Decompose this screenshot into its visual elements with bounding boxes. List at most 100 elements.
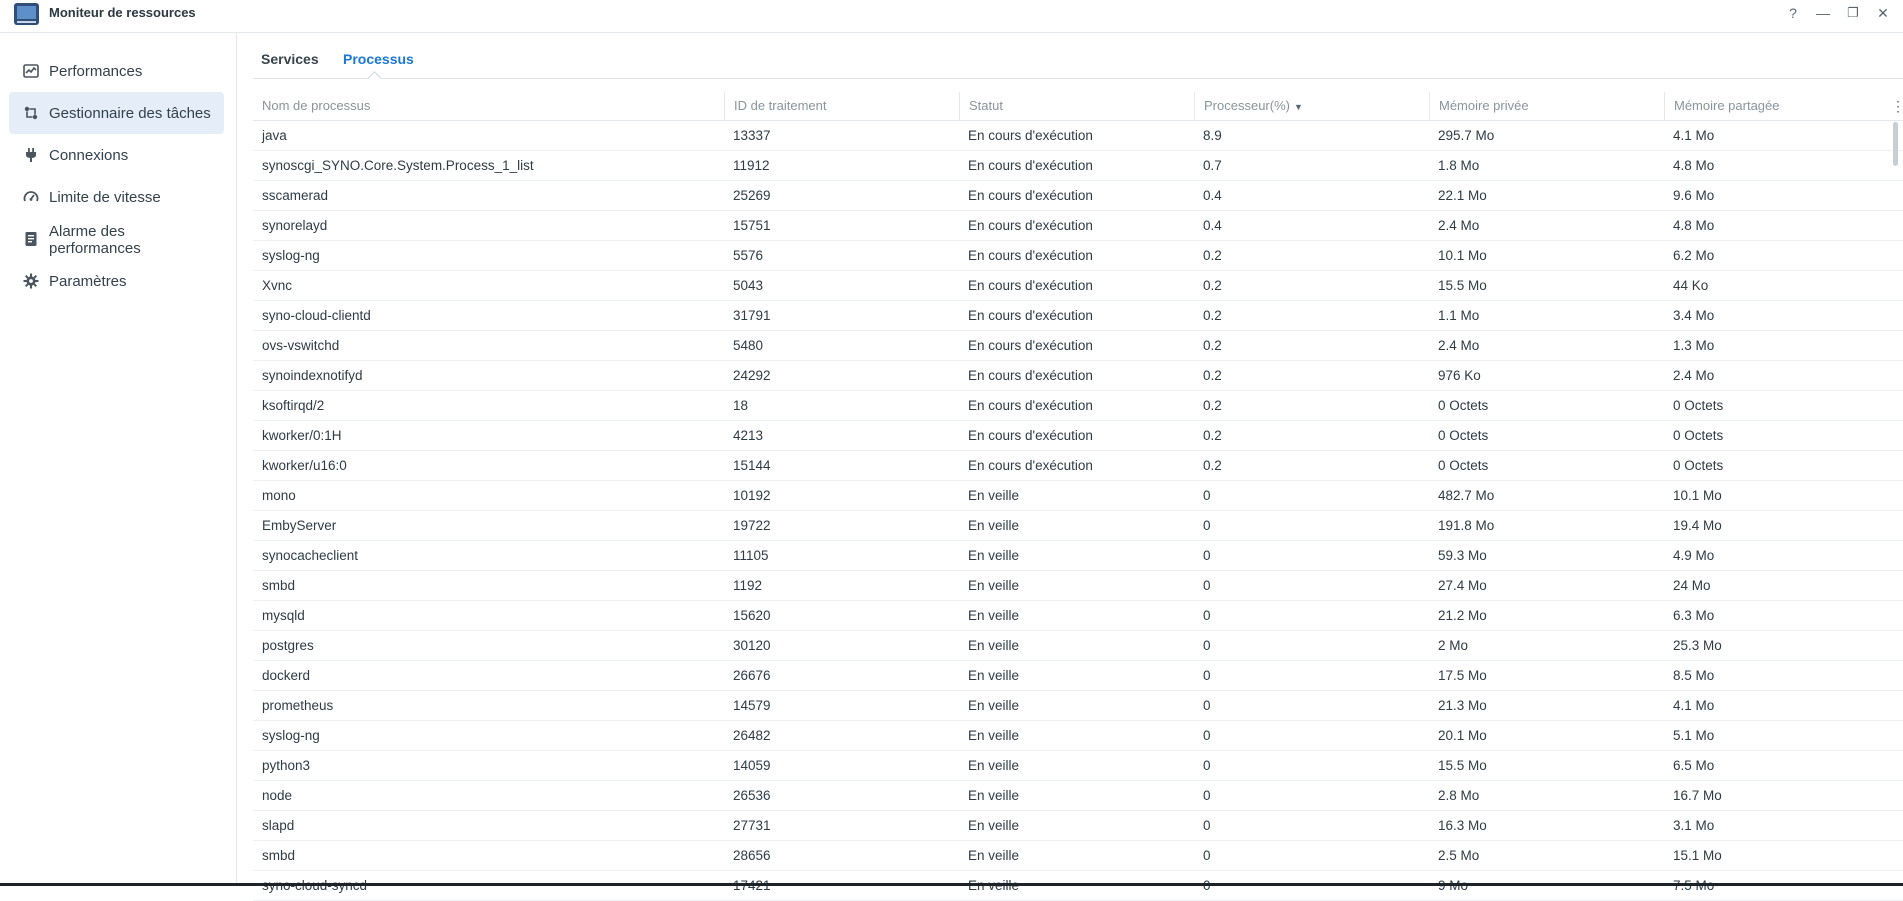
cell-cpu: 0 xyxy=(1203,638,1211,653)
cell-private-memory: 976 Ko xyxy=(1438,368,1481,383)
cell-cpu: 0 xyxy=(1203,698,1211,713)
close-icon[interactable]: ✕ xyxy=(1872,2,1894,24)
cell-private-memory: 15.5 Mo xyxy=(1438,278,1487,293)
cell-private-memory: 0 Octets xyxy=(1438,398,1489,413)
table-row[interactable]: synoscgi_SYNO.Core.System.Process_1_list… xyxy=(253,151,1903,181)
cell-cpu: 0 xyxy=(1203,758,1211,773)
alarm-document-icon xyxy=(25,232,37,246)
sidebar-item-label: Paramètres xyxy=(49,273,127,290)
restore-icon[interactable]: ❐ xyxy=(1842,2,1864,24)
table-row[interactable]: java 13337 En cours d'exécution 8.9 295.7 Mo… xyxy=(253,121,1903,151)
table-row[interactable]: postgres 30120 En veille 0 2 Mo 25.3 Mo xyxy=(253,631,1903,661)
cell-shared-memory: 24 Mo xyxy=(1673,578,1711,593)
cell-shared-memory: 6.2 Mo xyxy=(1673,248,1715,263)
table-row[interactable]: dockerd 26676 En veille 0 17.5 Mo 8.5 Mo xyxy=(253,661,1903,691)
table-row[interactable]: slapd 27731 En veille 0 16.3 Mo 3.1 Mo xyxy=(253,811,1903,841)
sidebar-item-speed-limit[interactable]: Limite de vitesse xyxy=(9,176,224,218)
table-row[interactable]: ovs-vswitchd 5480 En cours d'exécution 0.2 2… xyxy=(253,331,1903,361)
cell-cpu: 0.2 xyxy=(1203,458,1222,473)
table-row[interactable]: syno-cloud-clientd 31791 En cours d'exécut… xyxy=(253,301,1903,331)
cell-status: En cours d'exécution xyxy=(968,368,1093,383)
table-row[interactable]: mysqld 15620 En veille 0 21.2 Mo 6.3 Mo xyxy=(253,601,1903,631)
table-row[interactable]: smbd 28656 En veille 0 2.5 Mo 15.1 Mo xyxy=(253,841,1903,871)
cell-process-name: synocacheclient xyxy=(262,548,359,563)
sidebar-item-performances[interactable]: Performances xyxy=(9,50,224,92)
cell-process-name: Xvnc xyxy=(262,278,293,293)
column-header-status[interactable]: Statut xyxy=(959,92,1194,120)
table-row[interactable]: EmbyServer 19722 En veille 0 191.8 Mo 19.4 Mo xyxy=(253,511,1903,541)
cell-process-name: sscamerad xyxy=(262,188,329,203)
cell-cpu: 0.2 xyxy=(1203,398,1222,413)
cell-process-name: smbd xyxy=(262,578,296,593)
table-row[interactable]: kworker/0:1H 4213 En cours d'exécution 0.2 0… xyxy=(253,421,1903,451)
column-header-private-memory[interactable]: Mémoire privée xyxy=(1429,92,1664,120)
gear-icon xyxy=(23,273,39,289)
column-header-process-id[interactable]: ID de traitement xyxy=(724,92,959,120)
table-row[interactable]: smbd 1192 En veille 0 27.4 Mo 24 Mo xyxy=(253,571,1903,601)
help-icon[interactable]: ? xyxy=(1782,2,1804,24)
cell-shared-memory: 6.5 Mo xyxy=(1673,758,1715,773)
cell-shared-memory: 4.1 Mo xyxy=(1673,128,1715,143)
cell-status: En veille xyxy=(968,728,1020,743)
tab-processes[interactable]: Processus xyxy=(343,51,414,67)
cell-cpu: 0 xyxy=(1203,848,1211,863)
cell-process-name: syno-cloud-clientd xyxy=(262,308,371,323)
cell-shared-memory: 0 Octets xyxy=(1673,398,1724,413)
cell-status: En veille xyxy=(968,578,1020,593)
sidebar-item-performance-alarm[interactable]: Alarme des performances xyxy=(9,218,224,260)
cell-status: En veille xyxy=(968,758,1020,773)
cell-process-name: dockerd xyxy=(262,668,311,683)
cell-status: En cours d'exécution xyxy=(968,428,1093,443)
cell-cpu: 0 xyxy=(1203,788,1211,803)
vertical-scrollbar[interactable] xyxy=(1893,122,1898,166)
sidebar-item-label: Connexions xyxy=(49,147,129,164)
table-row[interactable]: sscamerad 25269 En cours d'exécution 0.4 22.… xyxy=(253,181,1903,211)
table-row[interactable]: python3 14059 En veille 0 15.5 Mo 6.5 Mo xyxy=(253,751,1903,781)
table-row[interactable]: kworker/u16:0 15144 En cours d'exécution 0.… xyxy=(253,451,1903,481)
cell-process-id: 26482 xyxy=(733,728,771,743)
cell-status: En cours d'exécution xyxy=(968,188,1093,203)
table-row[interactable]: node 26536 En veille 0 2.8 Mo 16.7 Mo xyxy=(253,781,1903,811)
table-row[interactable]: synorelayd 15751 En cours d'exécution 0.4 2.… xyxy=(253,211,1903,241)
column-menu-icon[interactable]: ⋮ xyxy=(1891,92,1903,120)
table-row[interactable]: syslog-ng 26482 En veille 0 20.1 Mo 5.1 Mo xyxy=(253,721,1903,751)
cell-cpu: 0 xyxy=(1203,518,1211,533)
cell-process-id: 19722 xyxy=(733,518,771,533)
sidebar-item-task-manager[interactable]: Gestionnaire des tâches xyxy=(9,92,224,134)
sidebar-item-connexions[interactable]: Connexions xyxy=(9,134,224,176)
table-row[interactable]: mono 10192 En veille 0 482.7 Mo 10.1 Mo xyxy=(253,481,1903,511)
tab-divider xyxy=(253,78,1903,79)
table-row[interactable]: Xvnc 5043 En cours d'exécution 0.2 15.5 Mo 44… xyxy=(253,271,1903,301)
column-header-process-name[interactable]: Nom de processus xyxy=(253,92,724,120)
tab-services[interactable]: Services xyxy=(261,51,319,67)
table-row[interactable]: synocacheclient 11105 En veille 0 59.3 Mo 4.9… xyxy=(253,541,1903,571)
cell-private-memory: 2 Mo xyxy=(1438,638,1469,653)
table-row[interactable]: prometheus 14579 En veille 0 21.3 Mo 4.1 Mo xyxy=(253,691,1903,721)
cell-cpu: 0 xyxy=(1203,818,1211,833)
column-header-cpu[interactable]: Processeur(%) ▼ xyxy=(1194,92,1429,120)
sidebar-item-settings[interactable]: Paramètres xyxy=(9,260,224,302)
table-row[interactable]: syslog-ng 5576 En cours d'exécution 0.2 10.1… xyxy=(253,241,1903,271)
table-row[interactable]: synoindexnotifyd 24292 En cours d'exécutio… xyxy=(253,361,1903,391)
cell-process-id: 10192 xyxy=(733,488,771,503)
table-body: java 13337 En cours d'exécution 8.9 295.7 Mo… xyxy=(253,121,1903,901)
cell-process-name: ksoftirqd/2 xyxy=(262,398,325,413)
cell-private-memory: 2.8 Mo xyxy=(1438,788,1480,803)
column-header-shared-memory[interactable]: Mémoire partagée xyxy=(1664,92,1903,120)
cell-shared-memory: 25.3 Mo xyxy=(1673,638,1722,653)
cell-process-name: mono xyxy=(262,488,296,503)
cell-process-name: EmbyServer xyxy=(262,518,337,533)
cell-process-id: 4213 xyxy=(733,428,764,443)
speedometer-icon xyxy=(23,191,39,202)
cell-status: En veille xyxy=(968,668,1020,683)
performance-chart-icon xyxy=(23,64,39,78)
minimize-icon[interactable]: — xyxy=(1812,2,1834,24)
cell-private-memory: 2.5 Mo xyxy=(1438,848,1480,863)
cell-private-memory: 295.7 Mo xyxy=(1438,128,1495,143)
cell-process-name: postgres xyxy=(262,638,314,653)
cell-status: En cours d'exécution xyxy=(968,278,1093,293)
table-row[interactable]: syno-cloud-syncd17421En veille09 Mo7.5 M… xyxy=(253,871,1903,901)
cell-process-id: 5043 xyxy=(733,278,764,293)
cell-status: En cours d'exécution xyxy=(968,248,1093,263)
table-row[interactable]: ksoftirqd/2 18 En cours d'exécution 0.2 0 Oc… xyxy=(253,391,1903,421)
